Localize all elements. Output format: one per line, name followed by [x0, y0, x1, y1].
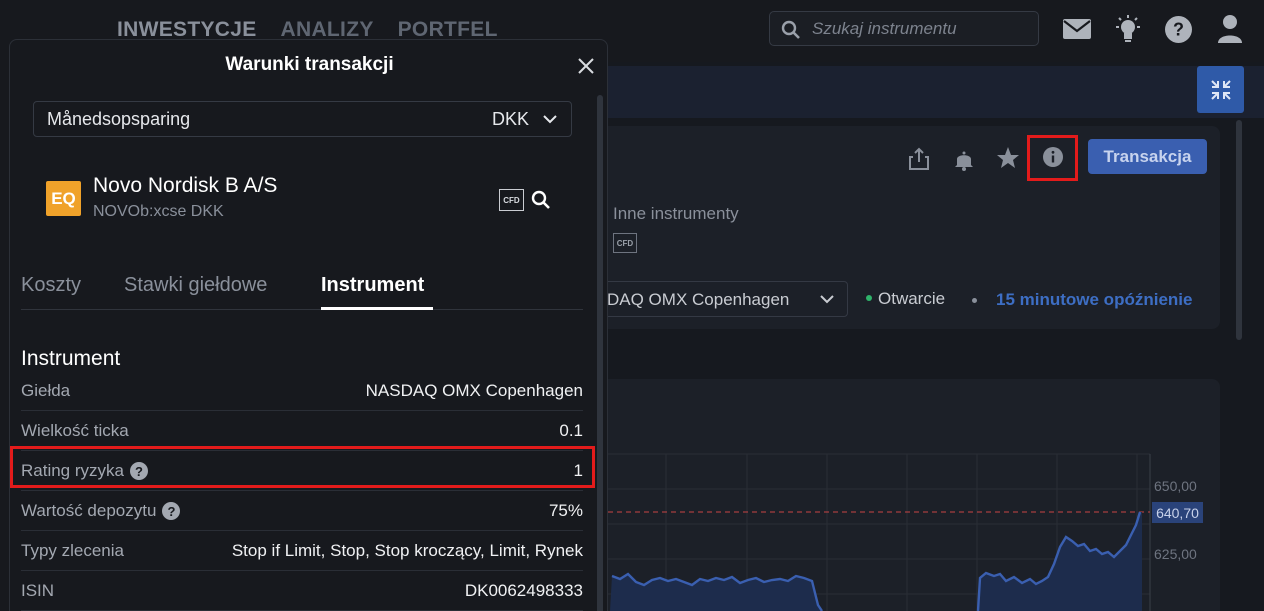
table-row: Typy zlecenia Stop if Limit, Stop, Stop … [21, 531, 583, 571]
current-price-tag: 640,70 [1152, 502, 1203, 523]
share-icon[interactable] [908, 147, 930, 171]
question-icon[interactable]: ? [162, 502, 181, 520]
row-label: Giełda [21, 381, 71, 400]
status-dot [866, 295, 872, 301]
search-icon [781, 20, 800, 39]
chevron-down-icon [820, 295, 834, 304]
row-label: ISIN [21, 581, 55, 600]
row-label: Wielkość ticka [21, 421, 129, 440]
cfd-badge[interactable]: CFD [499, 189, 524, 211]
svg-text:?: ? [1173, 20, 1184, 40]
equity-badge: EQ [46, 181, 81, 216]
page-scrollbar[interactable] [1236, 120, 1242, 340]
section-title: Instrument [21, 347, 121, 370]
active-tab-underline [321, 307, 433, 310]
modal-scrollbar[interactable] [597, 95, 603, 611]
user-icon[interactable] [1217, 14, 1243, 44]
transaction-conditions-modal: Warunki transakcji Månedsopsparing DKK E… [9, 39, 608, 611]
y-axis-label: 625,00 [1154, 546, 1197, 562]
y-axis-label: 650,00 [1154, 478, 1197, 494]
table-row: Wartość depozytu? 75% [21, 491, 583, 531]
market-status: Otwarcie [878, 289, 946, 308]
row-label: Typy zlecenia [21, 541, 124, 560]
help-icon[interactable]: ? [1164, 15, 1193, 44]
modal-title: Warunki transakcji [225, 54, 394, 75]
transaction-button[interactable]: Transakcja [1088, 139, 1207, 174]
row-value: NASDAQ OMX Copenhagen [365, 381, 583, 400]
search-input[interactable] [812, 18, 1032, 40]
other-instruments-label: Inne instrumenty [613, 204, 739, 223]
tab-instrument[interactable]: Instrument [321, 274, 424, 297]
exchange-dropdown[interactable]: DAQ OMX Copenhagen [594, 281, 848, 317]
chevron-down-icon [543, 115, 557, 124]
account-currency: DKK [492, 109, 530, 129]
search-icon[interactable] [531, 190, 551, 210]
lightbulb-icon[interactable] [1114, 14, 1142, 44]
account-dropdown[interactable]: Månedsopsparing DKK [33, 101, 572, 137]
search-box[interactable] [769, 11, 1039, 46]
account-name: Månedsopsparing [47, 109, 191, 129]
price-chart [590, 379, 1220, 611]
row-value: Stop if Limit, Stop, Stop kroczący, Limi… [231, 541, 583, 560]
instrument-name: Novo Nordisk B A/S [93, 174, 278, 197]
modal-tabs: Koszty Stawki giełdowe Instrument [21, 274, 583, 310]
bell-icon[interactable] [953, 149, 975, 171]
table-row: ISIN DK0062498333 [21, 571, 583, 611]
chart-svg [590, 453, 1151, 611]
instrument-symbol: NOVOb:xcse DKK [93, 203, 224, 220]
table-row: Wielkość ticka 0.1 [21, 411, 583, 451]
row-value: 0.1 [559, 421, 583, 440]
star-icon[interactable] [996, 146, 1020, 170]
tab-exchange-rates[interactable]: Stawki giełdowe [124, 274, 267, 297]
row-value: DK0062498333 [464, 581, 583, 600]
info-highlight-box [1027, 135, 1078, 181]
sub-bar [590, 66, 1264, 118]
delay-link[interactable]: 15 minutowe opóźnienie [996, 290, 1192, 310]
collapse-icon [1210, 79, 1231, 100]
row-value: 75% [548, 501, 583, 520]
close-icon[interactable] [575, 55, 597, 77]
separator-dot [972, 298, 977, 303]
row-label-with-help: Wartość depozytu? [21, 501, 181, 521]
exchange-dropdown-value: DAQ OMX Copenhagen [607, 290, 790, 309]
risk-rating-highlight-box [10, 446, 595, 488]
row-label: Wartość depozytu [21, 501, 157, 520]
cfd-instrument-badge[interactable]: CFD [613, 233, 637, 253]
table-row: Giełda NASDAQ OMX Copenhagen [21, 371, 583, 411]
tab-costs[interactable]: Koszty [21, 274, 81, 297]
price-area [610, 512, 1142, 611]
collapse-button[interactable] [1197, 66, 1244, 113]
mail-icon[interactable] [1062, 18, 1092, 40]
